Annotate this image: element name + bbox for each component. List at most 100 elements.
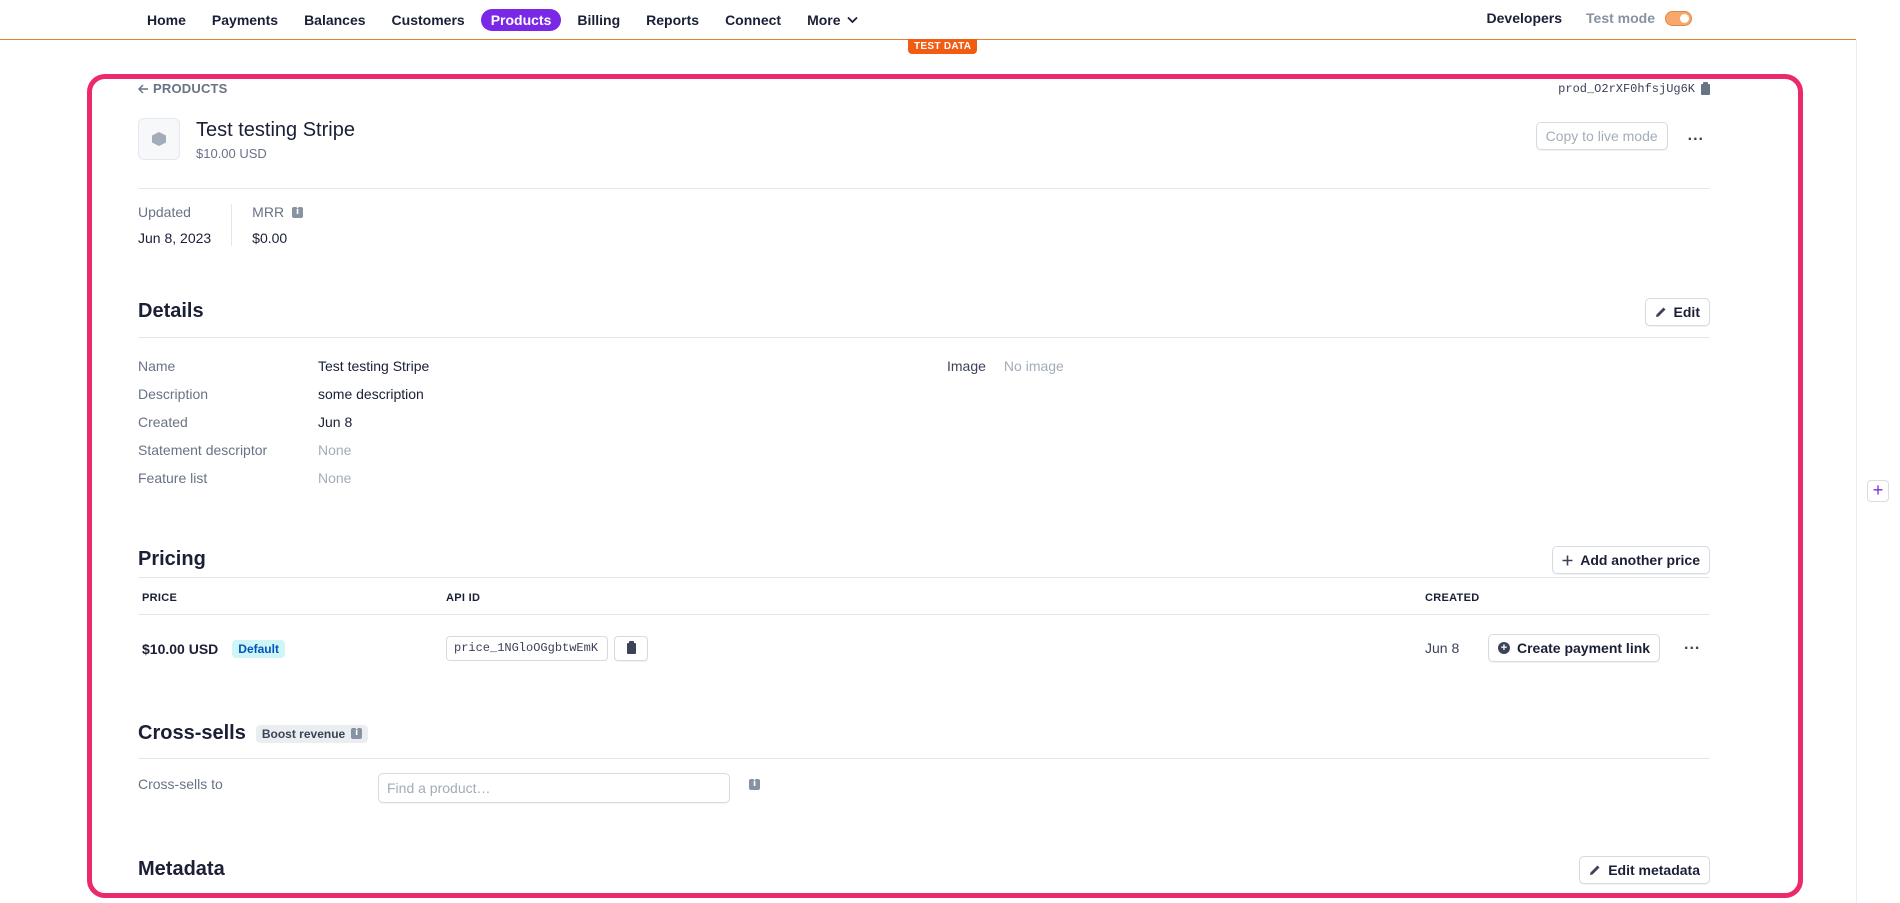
image-value: No image	[1003, 358, 1064, 374]
crosssells-title-text: Cross-sells	[138, 722, 246, 744]
pricing-title: Pricing	[138, 548, 206, 570]
stat-label: Updated	[138, 204, 191, 220]
nav-item-label: Customers	[391, 12, 465, 28]
nav-item-more[interactable]: More	[797, 9, 867, 31]
price-amount: $10.00 USD	[142, 641, 219, 657]
add-another-price-button[interactable]: Add another price	[1552, 546, 1710, 574]
detail-image-row: Image No image	[947, 352, 1064, 380]
table-row[interactable]: $10.00 USD Default	[142, 640, 285, 658]
plus-icon[interactable]: +	[1867, 480, 1889, 502]
edit-metadata-button[interactable]: Edit metadata	[1579, 856, 1710, 884]
stat-label: MRR i	[252, 204, 304, 220]
detail-row: Statement descriptor None	[138, 436, 429, 464]
edit-metadata-label: Edit metadata	[1608, 862, 1700, 878]
nav-item-reports[interactable]: Reports	[636, 9, 709, 31]
divider	[138, 614, 1710, 615]
nav-item-label: Payments	[211, 12, 279, 28]
nav-items: Home Payments Balances Customers Product…	[137, 9, 868, 31]
chevron-down-icon	[846, 16, 858, 24]
more-actions-icon[interactable]: ...	[1682, 127, 1710, 145]
arrow-left-icon	[138, 83, 148, 94]
detail-key: Feature list	[138, 470, 208, 486]
detail-value: Test testing Stripe	[318, 358, 430, 374]
product-thumbnail	[138, 118, 180, 160]
divider	[138, 337, 1710, 338]
edit-label: Edit	[1673, 304, 1700, 320]
divider	[138, 577, 1710, 578]
nav-item-payments[interactable]: Payments	[202, 9, 288, 31]
detail-row: Name Test testing Stripe	[138, 352, 429, 380]
payment-link-wrapper: + Create payment link	[1488, 634, 1661, 662]
detail-row: Description some description	[138, 380, 429, 408]
nav-item-label: Reports	[646, 12, 700, 28]
detail-value: Jun 8	[318, 414, 353, 430]
info-icon: i	[351, 728, 363, 739]
info-icon[interactable]: i	[749, 779, 760, 790]
clipboard-icon[interactable]	[1701, 81, 1710, 95]
stat-value: Jun 8, 2023	[138, 230, 212, 246]
detail-row: Feature list None	[138, 464, 429, 492]
nav-item-billing[interactable]: Billing	[567, 9, 630, 31]
clipboard-icon	[626, 641, 636, 654]
payment-link-label: Create payment link	[1517, 640, 1651, 656]
nav-item-connect[interactable]: Connect	[715, 9, 791, 31]
nav-item-label: Connect	[725, 12, 782, 28]
detail-key: Name	[138, 358, 176, 374]
right-rail: + >_	[1856, 40, 1900, 903]
nav-item-label: Billing	[577, 12, 621, 28]
details-title: Details	[138, 300, 204, 322]
divider	[138, 188, 1710, 189]
boost-revenue-badge[interactable]: Boost revenue i	[255, 724, 369, 743]
test-mode-label: Test mode	[1586, 10, 1655, 26]
copy-api-id-button[interactable]	[614, 636, 648, 661]
detail-key: Created	[138, 414, 188, 430]
top-navigation: Home Payments Balances Customers Product…	[0, 0, 1856, 40]
detail-value: None	[318, 470, 352, 486]
back-to-products-link[interactable]: PRODUCTS	[138, 81, 228, 96]
details-list: Name Test testing Stripe Description som…	[138, 352, 429, 492]
nav-item-balances[interactable]: Balances	[294, 9, 375, 31]
test-mode-control[interactable]: Test mode	[1586, 10, 1692, 26]
api-id-cell: price_1NGloOGgbtwEmK	[446, 636, 648, 661]
nav-item-label: More	[807, 12, 841, 28]
product-price: $10.00 USD	[196, 146, 267, 161]
product-title: Test testing Stripe	[196, 119, 355, 141]
details-edit-wrapper: Edit	[1644, 298, 1710, 326]
detail-key: Description	[138, 386, 209, 402]
nav-item-home[interactable]: Home	[137, 9, 196, 31]
stat-label-text: MRR	[252, 204, 285, 220]
create-payment-link-button[interactable]: + Create payment link	[1488, 634, 1661, 662]
pencil-icon	[1590, 865, 1600, 875]
column-header-api-id: API ID	[446, 592, 481, 604]
column-header-created: CREATED	[1425, 592, 1480, 604]
metadata-title: Metadata	[138, 858, 225, 880]
row-more-icon[interactable]: ...	[1678, 636, 1706, 654]
find-product-input[interactable]	[378, 773, 730, 803]
detail-row: Created Jun 8	[138, 408, 429, 436]
default-badge: Default	[232, 640, 285, 658]
info-icon[interactable]: i	[292, 206, 304, 218]
crosssells-label: Cross-sells to	[138, 776, 223, 792]
edit-metadata-wrapper: Edit metadata	[1579, 856, 1710, 884]
nav-item-products[interactable]: Products	[480, 9, 562, 31]
nav-item-customers[interactable]: Customers	[382, 9, 475, 31]
developers-link[interactable]: Developers	[1487, 10, 1562, 26]
image-key: Image	[947, 358, 986, 374]
product-heading: Test testing Stripe $10.00 USD	[196, 118, 355, 161]
product-stats: Updated Jun 8, 2023 MRR i $0.00	[138, 204, 323, 246]
product-id[interactable]: prod_O2rXF0hfsjUg6K	[1558, 81, 1710, 96]
detail-value: some description	[318, 386, 424, 402]
test-data-badge: TEST DATA	[908, 39, 978, 54]
edit-details-button[interactable]: Edit	[1644, 298, 1710, 326]
test-mode-toggle[interactable]	[1665, 10, 1692, 26]
copy-to-live-mode-button[interactable]: Copy to live mode	[1535, 122, 1668, 150]
price-created: Jun 8	[1425, 640, 1460, 656]
header-actions: Copy to live mode ...	[1535, 122, 1710, 150]
api-id-field[interactable]: price_1NGloOGgbtwEmK	[446, 636, 608, 661]
back-link-label: PRODUCTS	[153, 81, 228, 96]
stat-updated: Updated Jun 8, 2023	[138, 204, 231, 246]
divider	[138, 758, 1710, 759]
column-header-price: PRICE	[142, 592, 178, 604]
nav-item-label: Balances	[304, 12, 366, 28]
plus-icon	[1562, 555, 1573, 565]
